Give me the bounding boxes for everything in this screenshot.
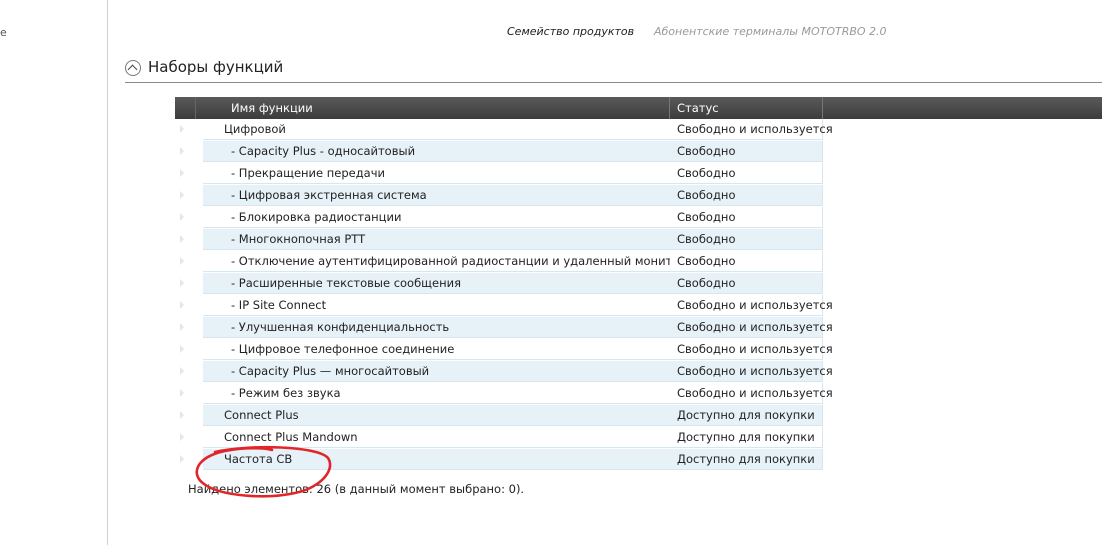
column-header-name[interactable]: Имя функции — [195, 97, 670, 119]
table-row[interactable]: - Цифровое телефонное соединение Свободно… — [175, 339, 1102, 361]
feature-sets-section-header: Наборы функций — [125, 58, 1102, 83]
row-indicator-icon — [180, 235, 184, 243]
feature-status-cell: Доступно для покупки — [670, 405, 823, 426]
feature-status-cell: Свободно — [670, 141, 823, 162]
feature-name-cell: Connect Plus — [203, 405, 670, 426]
table-body: Цифровой Свободно и используется - Capacit… — [175, 119, 1102, 471]
row-selector[interactable] — [175, 251, 195, 273]
row-indicator-icon — [180, 367, 184, 375]
row-indicator-icon — [180, 301, 184, 309]
row-selector[interactable] — [175, 207, 195, 229]
row-indicator-icon — [180, 257, 184, 265]
product-family-value: Абонентские терминалы MOTOTRBO 2.0 — [654, 25, 887, 38]
feature-name-cell: - Расширенные текстовые сообщения — [203, 273, 670, 294]
feature-name-cell: - Цифровая экстренная система — [203, 185, 670, 206]
feature-name-cell: - Блокировка радиостанции — [203, 207, 670, 228]
left-navigation-pane: e — [0, 0, 108, 545]
feature-status-cell: Свободно — [670, 273, 823, 294]
row-selector[interactable] — [175, 427, 195, 449]
feature-name-cell: - Отключение аутентифицированной радиост… — [203, 251, 670, 272]
feature-name-cell: - Улучшенная конфиденциальность — [203, 317, 670, 338]
feature-name-cell: - Capacity Plus — многосайтовый — [203, 361, 670, 382]
column-header-status[interactable]: Статус — [670, 97, 823, 119]
feature-name-cell: - Многокнопочная PTT — [203, 229, 670, 250]
table-row[interactable]: - Многокнопочная PTT Свободно — [175, 229, 1102, 251]
row-selector[interactable] — [175, 185, 195, 207]
feature-status-cell: Свободно и используется — [670, 317, 833, 338]
row-selector[interactable] — [175, 449, 195, 471]
items-count-footer: Найдено элементов: 26 (в данный момент в… — [188, 482, 525, 496]
row-indicator-icon — [180, 213, 184, 221]
feature-name-cell: - IP Site Connect — [203, 295, 670, 316]
row-selector[interactable] — [175, 317, 195, 339]
feature-status-cell: Свободно — [670, 163, 823, 184]
feature-status-cell: Свободно — [670, 185, 823, 206]
product-family-label: Семейство продуктов — [507, 25, 635, 38]
feature-name-cell: - Режим без звука — [203, 383, 670, 404]
table-row[interactable]: Цифровой Свободно и используется — [175, 119, 1102, 141]
row-indicator-icon — [180, 147, 184, 155]
feature-status-cell: Свободно и используется — [670, 383, 833, 404]
row-selector[interactable] — [175, 141, 195, 163]
feature-status-cell: Свободно — [670, 207, 823, 228]
table-row[interactable]: Connect Plus Доступно для покупки — [175, 405, 1102, 427]
section-title: Наборы функций — [148, 58, 284, 76]
product-family-line: Семейство продуктов Абонентские терминал… — [108, 25, 1102, 39]
feature-name-cell: - Цифровое телефонное соединение — [203, 339, 670, 360]
table-header: Имя функции Статус — [175, 97, 1102, 119]
table-row[interactable]: - Улучшенная конфиденциальность Свободно … — [175, 317, 1102, 339]
row-selector[interactable] — [175, 229, 195, 251]
row-indicator-icon — [180, 191, 184, 199]
feature-status-cell: Свободно — [670, 229, 823, 250]
row-indicator-icon — [180, 345, 184, 353]
table-row[interactable]: - Цифровая экстренная система Свободно — [175, 185, 1102, 207]
main-content: Семейство продуктов Абонентские терминал… — [108, 0, 1102, 545]
table-row[interactable]: - Прекращение передачи Свободно — [175, 163, 1102, 185]
feature-status-cell: Свободно и используется — [670, 339, 833, 360]
row-indicator-icon — [180, 279, 184, 287]
row-indicator-icon — [180, 389, 184, 397]
row-selector[interactable] — [175, 383, 195, 405]
row-indicator-icon — [180, 411, 184, 419]
row-selector-header — [175, 97, 196, 119]
table-row[interactable]: - Блокировка радиостанции Свободно — [175, 207, 1102, 229]
feature-status-cell: Свободно и используется — [670, 119, 833, 140]
row-indicator-icon — [180, 433, 184, 441]
row-selector[interactable] — [175, 273, 195, 295]
feature-name-cell: - Capacity Plus - односайтовый — [203, 141, 670, 162]
table-row[interactable]: Connect Plus Mandown Доступно для покупки — [175, 427, 1102, 449]
row-indicator-icon — [180, 455, 184, 463]
row-selector[interactable] — [175, 405, 195, 427]
row-selector[interactable] — [175, 163, 195, 185]
table-row[interactable]: - Режим без звука Свободно и используется — [175, 383, 1102, 405]
left-pane-edge-marker: e — [0, 26, 7, 39]
table-row[interactable]: - Расширенные текстовые сообщения Свободн… — [175, 273, 1102, 295]
row-indicator-icon — [180, 169, 184, 177]
feature-name-cell: - Прекращение передачи — [203, 163, 670, 184]
table-row[interactable]: - Capacity Plus - односайтовый Свободно — [175, 141, 1102, 163]
table-row[interactable]: Частота CB Доступно для покупки — [175, 449, 1102, 471]
feature-name-cell: Частота CB — [203, 449, 670, 470]
feature-name-cell: Connect Plus Mandown — [203, 427, 670, 448]
row-indicator-icon — [180, 125, 184, 133]
row-selector[interactable] — [175, 361, 195, 383]
table-row[interactable]: - Отключение аутентифицированной радиост… — [175, 251, 1102, 273]
feature-status-cell: Свободно — [670, 251, 823, 272]
feature-name-cell: Цифровой — [203, 119, 670, 140]
feature-status-cell: Свободно и используется — [670, 361, 833, 382]
feature-status-cell: Доступно для покупки — [670, 427, 823, 448]
row-selector[interactable] — [175, 339, 195, 361]
table-row[interactable]: - IP Site Connect Свободно и используется — [175, 295, 1102, 317]
table-row[interactable]: - Capacity Plus — многосайтовый Свободно … — [175, 361, 1102, 383]
row-indicator-icon — [180, 323, 184, 331]
feature-status-cell: Доступно для покупки — [670, 449, 823, 470]
row-selector[interactable] — [175, 295, 195, 317]
collapse-chevron-icon[interactable] — [125, 60, 141, 76]
feature-status-cell: Свободно и используется — [670, 295, 833, 316]
row-selector[interactable] — [175, 119, 195, 141]
feature-sets-table: Имя функции Статус Цифровой Свободно и ис… — [175, 97, 1102, 471]
